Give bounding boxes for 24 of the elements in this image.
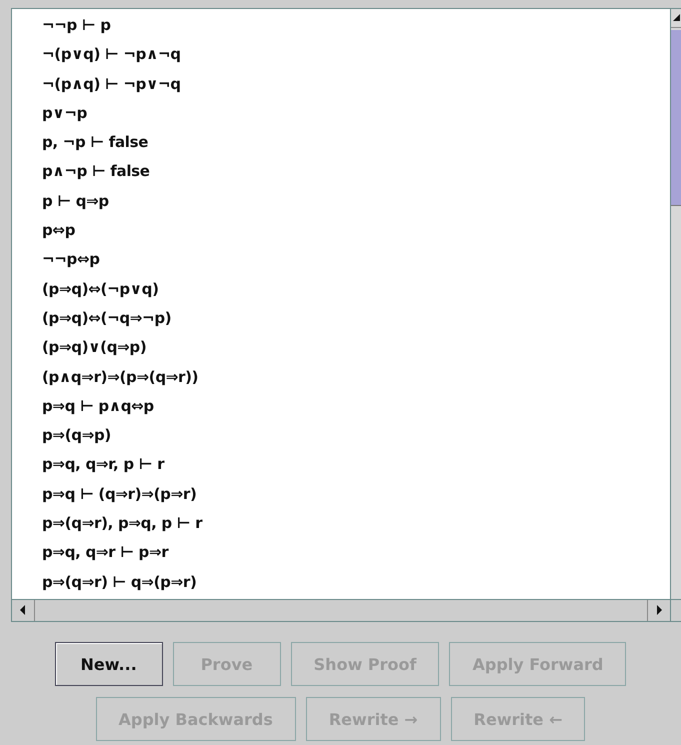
formula-item[interactable]: ¬(p∧q) ⊢ ¬p∨¬q [42,70,670,99]
formula-item[interactable]: p⇒q ⊢ (q⇒r)⇒(p⇒r) [42,480,670,510]
formula-item[interactable]: p⇒q, q⇒r ⊢ p⇒r [42,538,670,568]
formula-item[interactable]: p⇒q, q⇒r, p ⊢ r [42,450,670,480]
formula-item[interactable]: ¬¬p⇔p [42,245,670,275]
formula-item[interactable]: (p∧q⇒r)⇒(p⇒(q⇒r)) [42,362,670,392]
formula-item[interactable]: (p⇒q)∨(q⇒p) [42,333,670,363]
formula-item[interactable]: p⇒q ⊢ p∧q⇔p [42,392,670,422]
formula-item[interactable]: p∨¬p [42,98,670,128]
formula-item[interactable]: p⇒(q⇒r) ⊢ q⇒(p⇒r) [42,568,670,597]
formula-item[interactable]: (p⇒q)⇔(¬p∨q) [42,274,670,304]
formula-item[interactable]: p ⊢ q⇒p [42,186,670,216]
formula-item[interactable]: ¬¬p ⊢ p [42,11,670,40]
formula-item[interactable]: p, ¬p ⊢ false [42,128,670,158]
formula-item[interactable]: (p⇒q)⇔(¬q⇒¬p) [42,304,670,334]
formula-item[interactable]: p⇒(q⇒p) [42,421,670,450]
formula-item[interactable]: p⇒(q⇒r), p⇒q, p ⊢ r [42,509,670,538]
action-button[interactable]: New... [54,642,163,686]
formula-item[interactable]: p⇔p [42,216,670,246]
horizontal-scrollbar[interactable] [12,599,670,621]
formula-item[interactable]: ¬(p∨q) ⊢ ¬p∧¬q [42,40,670,70]
vertical-scrollbar[interactable] [670,9,681,599]
scrollbar-thumb[interactable] [671,30,681,206]
formula-item[interactable]: p∧¬p ⊢ false [42,157,670,187]
